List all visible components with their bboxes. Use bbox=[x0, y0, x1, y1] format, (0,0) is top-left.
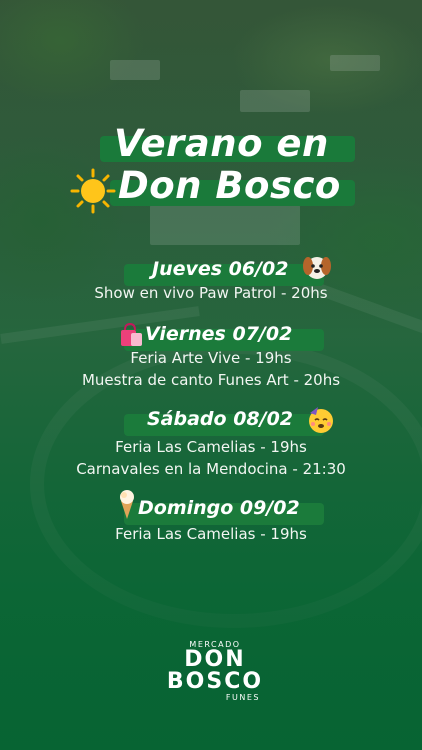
day-title-sabado: Sábado 08/02 bbox=[147, 408, 294, 430]
sun-icon bbox=[70, 168, 116, 214]
event-line: Carnavales en la Mendocina - 21:30 bbox=[76, 460, 346, 478]
event-line: Feria Las Camelias - 19hs bbox=[115, 438, 307, 456]
party-face-icon bbox=[309, 407, 333, 433]
ice-cream-icon bbox=[120, 490, 134, 519]
story-background: Verano en Don Bosco Jueves 06/02 Show en… bbox=[0, 0, 422, 750]
logo-line-1: DON bbox=[184, 647, 246, 672]
title-line-2: Don Bosco bbox=[118, 164, 341, 207]
shopping-bags-icon bbox=[121, 322, 142, 346]
day-title-jueves: Jueves 06/02 bbox=[152, 258, 289, 280]
day-title-domingo: Domingo 09/02 bbox=[138, 497, 300, 519]
logo-line-2: BOSCO bbox=[166, 669, 264, 694]
title-line-1: Verano en bbox=[114, 122, 329, 165]
event-line: Muestra de canto Funes Art - 20hs bbox=[81, 371, 341, 389]
event-line: Feria Las Camelias - 19hs bbox=[115, 525, 307, 543]
day-title-viernes: Viernes 07/02 bbox=[145, 323, 293, 345]
event-line: Show en vivo Paw Patrol - 20hs bbox=[94, 284, 328, 302]
mercado-don-bosco-logo: MERCADO DON BOSCO FUNES bbox=[160, 640, 270, 715]
dog-face-icon bbox=[303, 257, 331, 279]
event-line: Feria Arte Vive - 19hs bbox=[130, 349, 292, 367]
logo-bottom-text: FUNES bbox=[225, 693, 260, 702]
